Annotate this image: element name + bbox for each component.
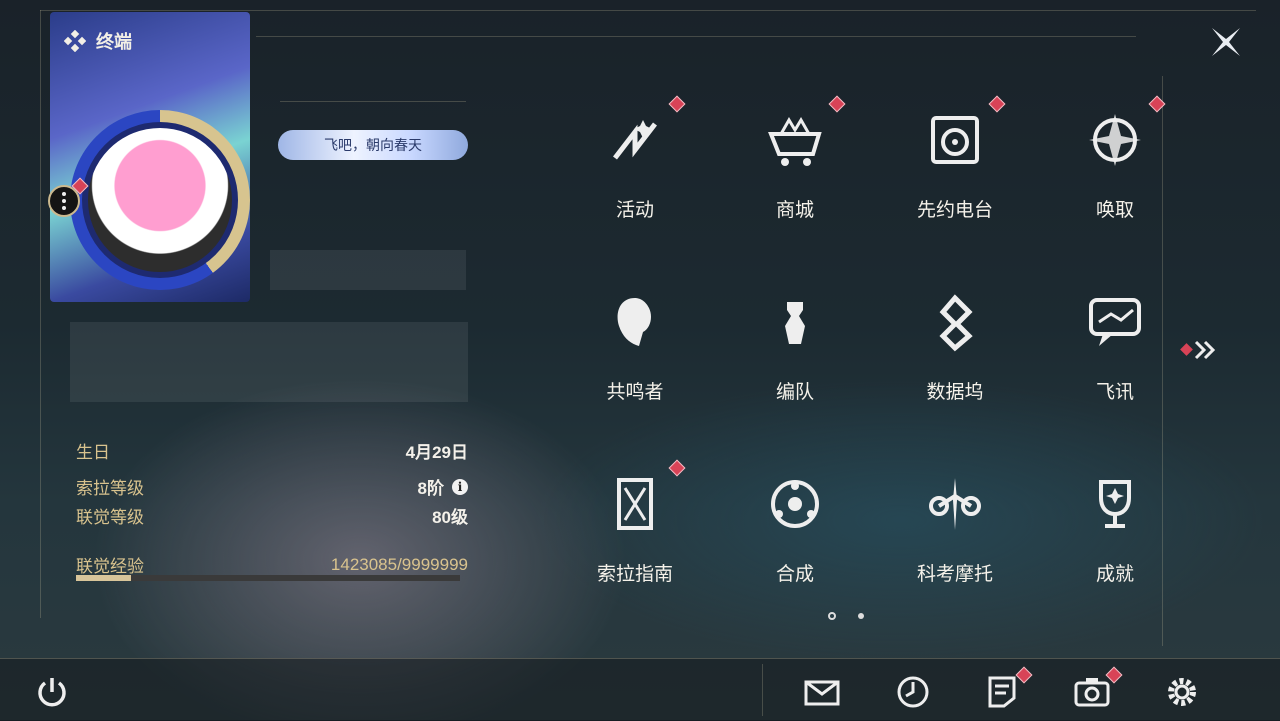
- mail-icon[interactable]: [802, 672, 842, 712]
- menu-item-trophy[interactable]: 成就: [1045, 456, 1185, 626]
- menu-item-chat[interactable]: 飞讯: [1045, 274, 1185, 444]
- menu-item-label: 先约电台: [916, 200, 993, 221]
- union-level-value: 80级: [432, 508, 468, 527]
- menu-item-label: 科考摩托: [916, 564, 993, 585]
- exp-progress-fill: [76, 575, 131, 581]
- menu-item-convene-compass[interactable]: 唤取: [1045, 92, 1185, 262]
- next-page-arrow-icon[interactable]: [1180, 338, 1220, 362]
- convene-compass-icon: [1089, 114, 1141, 166]
- frame-left-line: [40, 10, 41, 618]
- menu-item-activity[interactable]: 活动: [565, 92, 705, 262]
- sola-level-label: 索拉等级: [76, 479, 144, 498]
- menu-item-label: 成就: [1095, 564, 1134, 585]
- menu-item-label: 商城: [775, 200, 814, 221]
- avatar[interactable]: [82, 122, 238, 278]
- menu-item-shop-cart[interactable]: 商城: [725, 92, 865, 262]
- signature-divider: [280, 101, 466, 102]
- frame-header-line: [256, 36, 1136, 37]
- union-exp-label: 联觉经验: [76, 557, 144, 576]
- notification-badge: [828, 95, 846, 113]
- signature-text: 飞吧，朝向春天: [324, 137, 422, 153]
- sola-level-value: 8阶: [417, 479, 444, 498]
- frame-top-line: [40, 10, 1256, 11]
- menu-item-label: 合成: [775, 564, 814, 585]
- menu-item-label: 编队: [775, 382, 814, 403]
- synthesis-icon: [771, 480, 819, 528]
- notification-badge: [988, 95, 1006, 113]
- union-level-row: 联觉等级 80级: [76, 503, 468, 528]
- app-title-text: 终端: [96, 32, 132, 52]
- menu-item-resonator[interactable]: 共鸣者: [565, 274, 705, 444]
- menu-item-label: 唤取: [1095, 200, 1134, 221]
- menu-item-guidebook[interactable]: 索拉指南: [565, 456, 705, 626]
- trophy-icon: [1099, 480, 1131, 528]
- signature-banner[interactable]: 飞吧，朝向春天: [278, 130, 468, 160]
- resonator-icon: [617, 298, 651, 346]
- birthday-label: 生日: [76, 443, 110, 462]
- page-indicator: [828, 612, 864, 620]
- player-id-blurred: [70, 322, 468, 402]
- player-name-blurred: [270, 250, 466, 290]
- data-bank-icon: [939, 294, 973, 352]
- sola-level-value-wrap: 8阶 i: [418, 474, 468, 499]
- bottom-divider: [762, 664, 763, 716]
- activity-icon: [613, 120, 657, 160]
- union-level-label: 联觉等级: [76, 508, 144, 527]
- app-title: 终端: [64, 28, 132, 54]
- notice-icon[interactable]: [982, 672, 1022, 712]
- menu-item-label: 共鸣者: [606, 382, 664, 403]
- menu-item-label: 活动: [615, 200, 654, 221]
- camera-icon[interactable]: [1072, 672, 1112, 712]
- birthday-value: 4月29日: [405, 443, 468, 462]
- union-exp-row: 联觉经验 1423085/9999999: [76, 552, 468, 577]
- close-icon[interactable]: [1208, 24, 1244, 60]
- menu-item-team-chess[interactable]: 编队: [725, 274, 865, 444]
- notification-badge: [668, 459, 686, 477]
- chat-icon: [1089, 298, 1141, 346]
- union-exp-value: 1423085/9999999: [330, 554, 468, 574]
- diamond-grid-icon: [64, 30, 86, 52]
- menu-item-motorbike[interactable]: 科考摩托: [885, 456, 1025, 626]
- page-dot-2[interactable]: [858, 613, 864, 619]
- birthday-row: 生日 4月29日: [76, 438, 468, 463]
- sola-level-row: 索拉等级 8阶 i: [76, 474, 468, 499]
- info-icon[interactable]: i: [452, 478, 468, 495]
- clock-icon[interactable]: [893, 672, 933, 712]
- notification-badge: [1148, 95, 1166, 113]
- menu-item-label: 飞讯: [1095, 382, 1134, 403]
- menu-item-synthesis[interactable]: 合成: [725, 456, 865, 626]
- guidebook-icon: [617, 478, 653, 530]
- exp-progress-bar: [76, 575, 460, 581]
- power-icon[interactable]: [32, 672, 72, 712]
- page-dot-1[interactable]: [828, 612, 836, 620]
- team-chess-icon: [785, 302, 805, 344]
- shop-cart-icon: [768, 117, 822, 166]
- radio-icon: [931, 116, 979, 164]
- menu-item-label: 数据坞: [926, 382, 984, 403]
- menu-item-label: 索拉指南: [596, 564, 673, 585]
- menu-item-data-bank[interactable]: 数据坞: [885, 274, 1025, 444]
- settings-gear-icon[interactable]: [1162, 672, 1202, 712]
- motorbike-icon: [929, 478, 981, 530]
- menu-item-radio[interactable]: 先约电台: [885, 92, 1025, 262]
- notification-badge: [668, 95, 686, 113]
